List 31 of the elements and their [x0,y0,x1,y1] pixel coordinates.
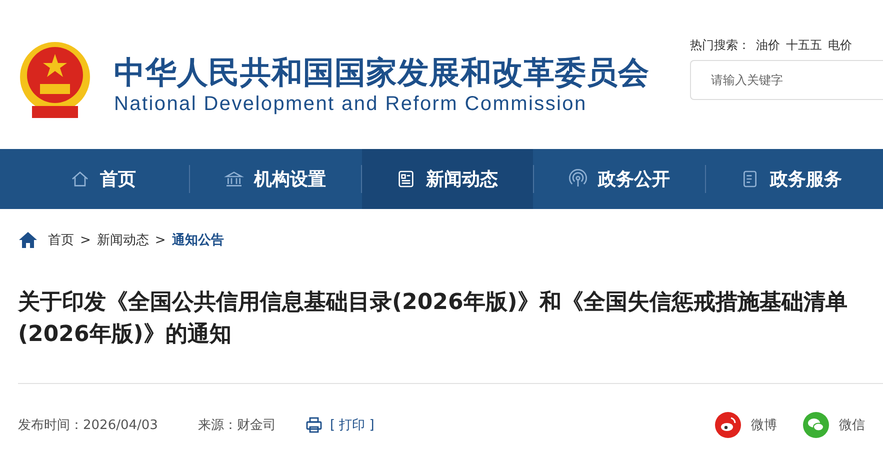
share-label[interactable]: 微博 [751,416,777,434]
building-icon [224,169,244,189]
nav-tab[interactable]: 政务公开 [534,149,705,209]
nav-tab[interactable]: 新闻动态 [362,149,533,209]
nav-tab[interactable]: 政务服务 [706,149,877,209]
hot-search-label: 热门搜索： [690,37,750,54]
wechat-icon[interactable] [803,412,829,438]
breadcrumb-link[interactable]: 通知公告 [172,231,224,249]
printer-icon[interactable] [306,417,322,433]
share-label[interactable]: 微信 [839,416,865,434]
hot-search-link[interactable]: 十五五 [786,37,822,54]
breadcrumb-link[interactable]: 新闻动态 [96,231,149,249]
article-title: 关于印发《全国公共信用信息基础目录(2026年版)》和《全国失信惩戒措施基础清单(2026年版)》的通知 [18,289,848,349]
home-icon [70,169,90,189]
article-source: 来源：财金司 [198,417,276,434]
nav-tab[interactable]: 机构设置 [190,149,361,209]
weibo-icon[interactable] [715,412,741,438]
print-link[interactable]: [ 打印 ] [306,416,374,434]
home-icon[interactable] [18,231,38,249]
hot-search-link[interactable]: 电价 [828,37,852,54]
publish-date: 发布时间：2026/04/03 [18,417,158,434]
breadcrumb-separator: > [80,232,91,248]
site-title: 中华人民共和国国家发展和改革委员会 [114,55,650,91]
broadcast-icon [568,169,588,189]
nav-tab[interactable]: 首页 [18,149,189,209]
newspaper-icon [396,169,416,189]
site-subtitle: National Development and Reform Commission [114,92,588,117]
breadcrumb-separator: > [154,232,166,248]
breadcrumb-link[interactable]: 首页 [48,231,74,249]
hot-search-link[interactable]: 油价 [756,37,780,54]
search-field[interactable]: 请输入关键字 [690,60,883,100]
